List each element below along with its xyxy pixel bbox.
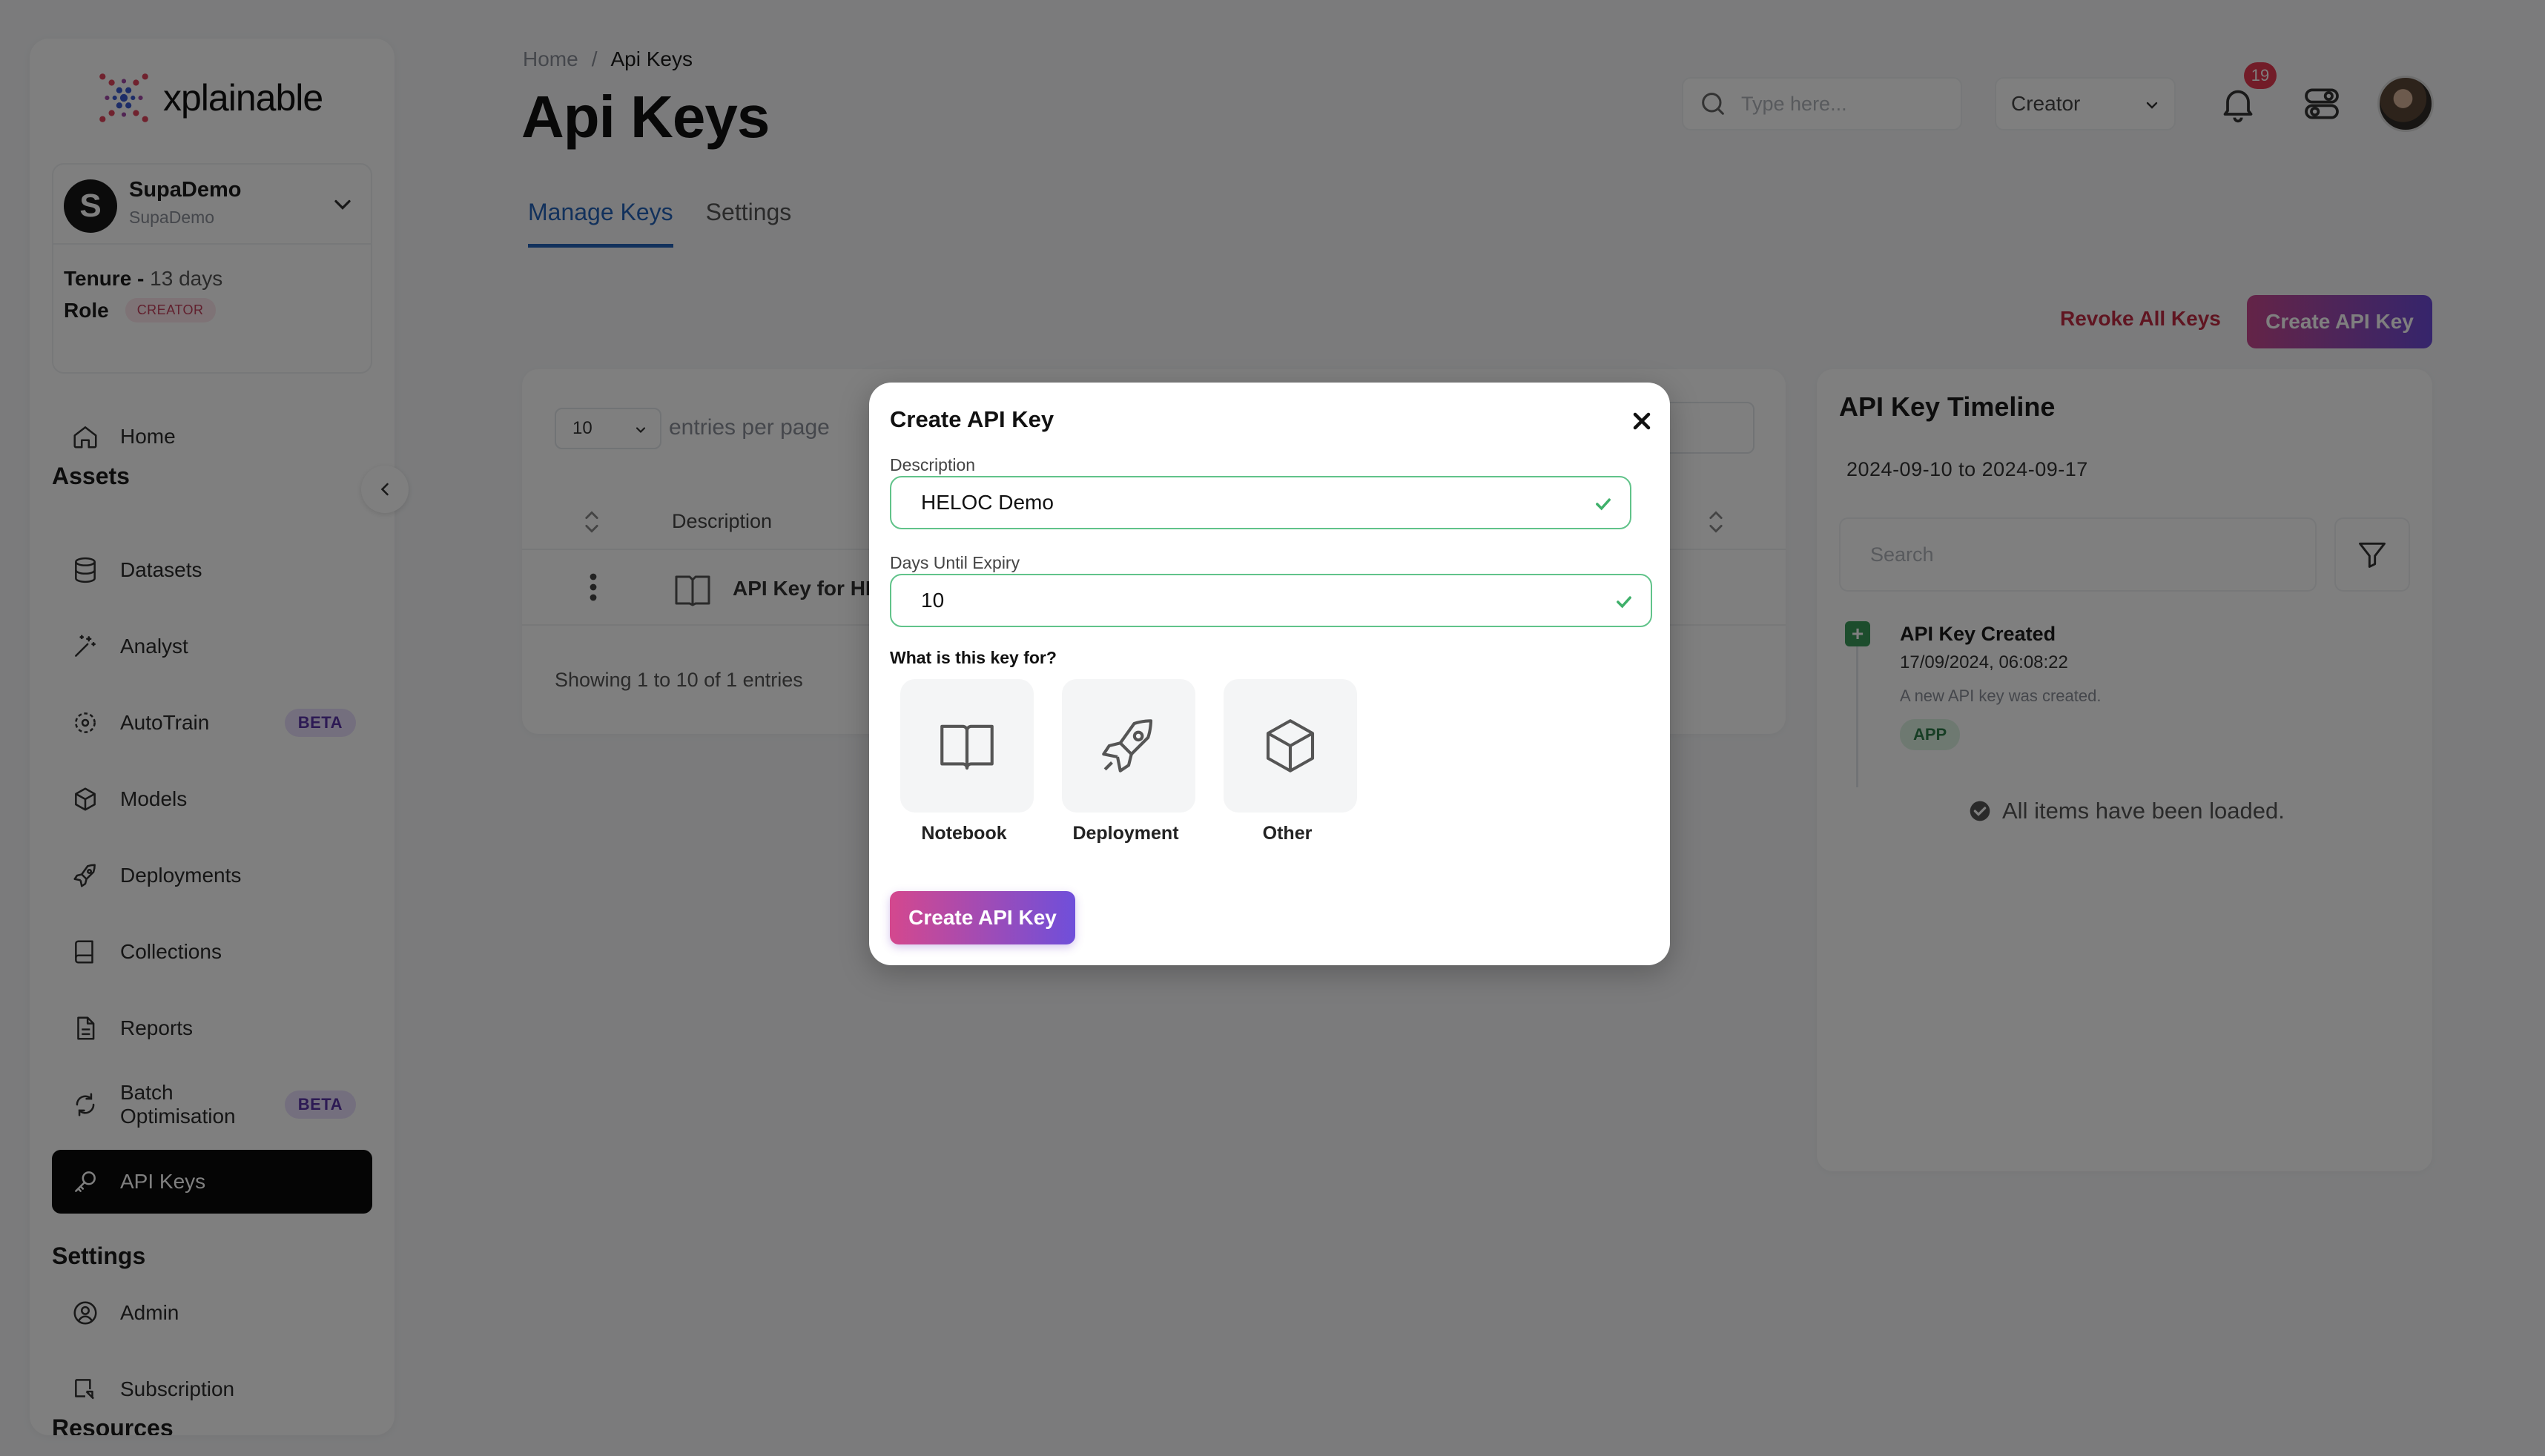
purpose-option-label: Other <box>1262 823 1313 844</box>
purpose-option-deployment[interactable] <box>1062 679 1195 813</box>
create-api-key-modal: Create API Key Description Days Until Ex… <box>869 383 1670 965</box>
book-open-icon <box>940 724 994 770</box>
modal-create-api-key-button[interactable]: Create API Key <box>890 891 1075 944</box>
purpose-label: What is this key for? <box>890 648 1057 667</box>
purpose-option-label: Notebook <box>921 823 1007 844</box>
modal-title: Create API Key <box>890 406 1054 432</box>
description-input[interactable] <box>891 477 1630 528</box>
expiry-input[interactable] <box>891 575 1651 626</box>
check-icon <box>1617 596 1631 609</box>
purpose-option-notebook[interactable] <box>900 679 1034 813</box>
purpose-option-label: Deployment <box>1072 823 1179 844</box>
description-field[interactable] <box>890 476 1631 529</box>
purpose-option-other[interactable] <box>1224 679 1357 813</box>
close-icon[interactable] <box>1628 408 1655 434</box>
expiry-label: Days Until Expiry <box>890 553 1020 572</box>
expiry-field[interactable] <box>890 574 1652 627</box>
check-icon <box>1596 498 1611 511</box>
rocket-icon <box>1102 719 1153 772</box>
cube-icon <box>1266 719 1315 772</box>
description-label: Description <box>890 455 976 474</box>
